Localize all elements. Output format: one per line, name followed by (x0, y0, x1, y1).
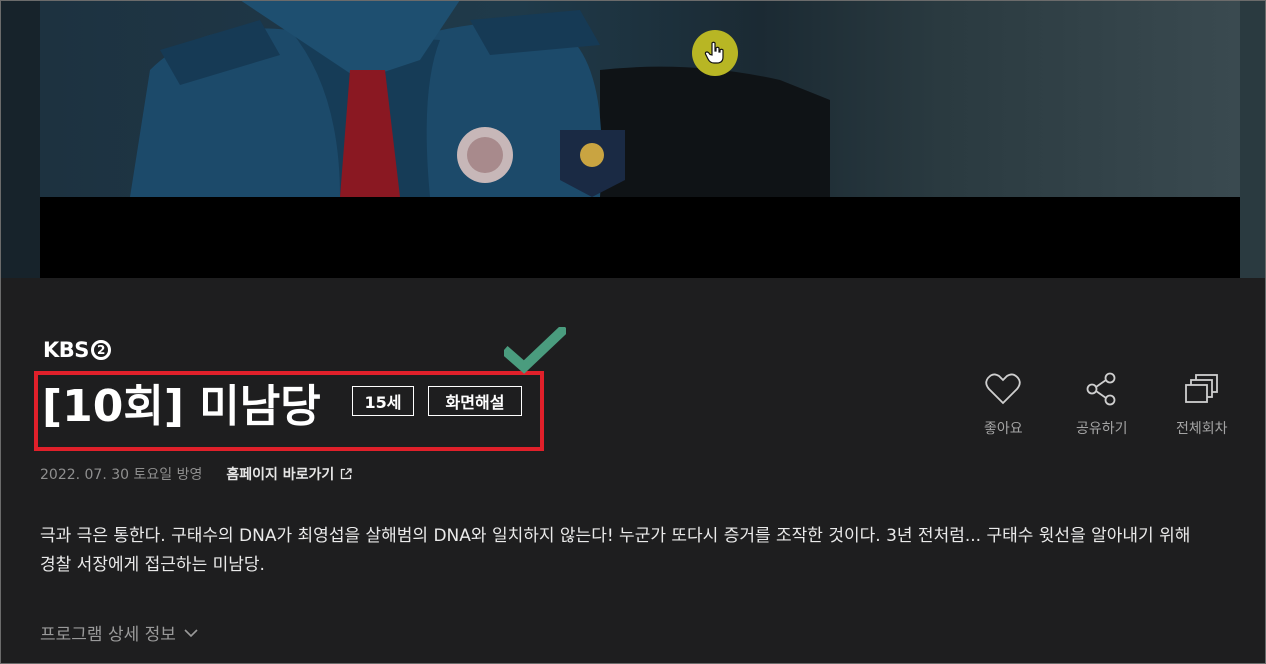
age-rating-badge: 15세 (352, 386, 414, 416)
program-details-label: 프로그램 상세 정보 (40, 625, 176, 645)
share-button[interactable]: 공유하기 (1076, 372, 1128, 438)
share-icon (1086, 372, 1116, 406)
program-details-toggle[interactable]: 프로그램 상세 정보 (40, 620, 198, 645)
heart-icon (985, 373, 1021, 405)
video-side-right (1240, 0, 1266, 278)
program-title: [10회] 미남당 (42, 381, 321, 432)
program-meta: 2022. 07. 30 토요일 방영 홈페이지 바로가기 (40, 464, 352, 484)
homepage-link-label: 홈페이지 바로가기 (226, 467, 335, 483)
external-link-icon (341, 468, 352, 480)
cursor-highlight (692, 30, 738, 76)
all-episodes-label: 전체회차 (1176, 421, 1228, 437)
checkmark-icon (504, 327, 566, 374)
audio-description-badge: 화면해설 (428, 386, 522, 416)
air-date: 2022. 07. 30 토요일 방영 (40, 467, 203, 483)
like-label: 좋아요 (984, 421, 1023, 437)
kbs2-mark-icon: 2 (90, 340, 111, 360)
channel-logo: KBS 2 (43, 338, 111, 362)
episodes-stack-icon (1184, 374, 1218, 403)
all-episodes-button[interactable]: 전체회차 (1176, 372, 1228, 438)
video-scene (130, 0, 830, 198)
homepage-link[interactable]: 홈페이지 바로가기 (226, 464, 352, 484)
program-description: 극과 극은 통한다. 구태수의 DNA가 최영섭을 살해범의 DNA와 일치하지… (40, 526, 1191, 575)
hand-cursor-icon (704, 41, 724, 64)
share-label: 공유하기 (1076, 421, 1128, 437)
video-player[interactable] (40, 0, 1240, 278)
chevron-down-icon (184, 628, 198, 637)
like-button[interactable]: 좋아요 (984, 372, 1023, 438)
video-side-left (0, 0, 40, 278)
channel-name: KBS (43, 338, 89, 362)
video-frame-image (40, 0, 1240, 198)
